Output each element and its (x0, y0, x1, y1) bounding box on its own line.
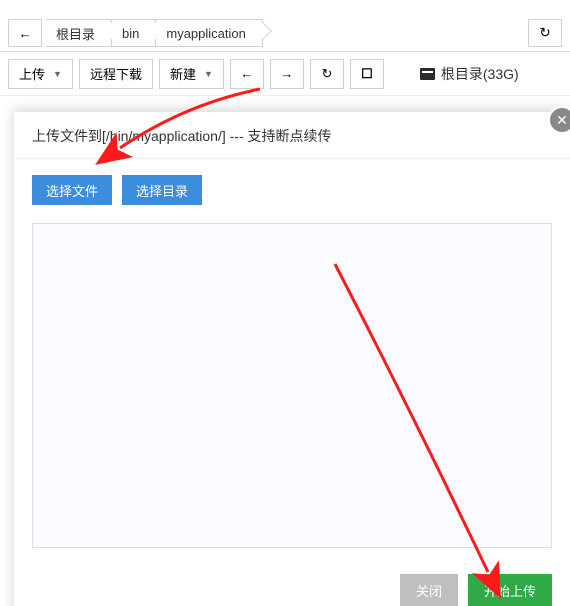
disk-label: 根目录(33G) (441, 64, 519, 84)
upload-button[interactable]: 上传 ▼ (8, 59, 73, 89)
refresh-icon (321, 66, 332, 82)
modal-title: 上传文件到[/bin/myapplication/] --- 支持断点续传 (32, 128, 332, 144)
start-upload-label: 开始上传 (484, 584, 536, 599)
choose-buttons-row: 选择文件 选择目录 (32, 175, 552, 205)
breadcrumb-label: bin (122, 26, 139, 41)
console-button[interactable] (350, 59, 384, 89)
nav-back-button[interactable] (230, 59, 264, 89)
disk-icon (420, 68, 435, 80)
toolbar-refresh-button[interactable] (310, 59, 344, 89)
nav-forward-button[interactable] (270, 59, 304, 89)
path-refresh-button[interactable] (528, 19, 562, 47)
breadcrumb-bar: 根目录 bin myapplication (0, 14, 570, 52)
arrow-left-icon (18, 26, 31, 41)
modal-close-button[interactable]: ✕ (550, 108, 570, 132)
close-label: 关闭 (416, 584, 442, 599)
upload-drop-area[interactable] (32, 223, 552, 548)
upload-modal: ✕ 上传文件到[/bin/myapplication/] --- 支持断点续传 … (14, 112, 570, 606)
choose-file-label: 选择文件 (46, 181, 98, 200)
choose-file-button[interactable]: 选择文件 (32, 175, 112, 205)
breadcrumb-label: myapplication (166, 26, 246, 41)
caret-down-icon: ▼ (53, 69, 62, 79)
arrow-left-icon (240, 66, 253, 81)
modal-footer: 关闭 开始上传 (14, 564, 570, 606)
path-back-button[interactable] (8, 19, 42, 47)
toolbar: 上传 ▼ 远程下载 新建 ▼ 根目录(33G) (0, 52, 570, 96)
breadcrumb-item-bin[interactable]: bin (112, 19, 156, 47)
remote-download-button[interactable]: 远程下载 (79, 59, 153, 89)
choose-dir-button[interactable]: 选择目录 (122, 175, 202, 205)
new-button[interactable]: 新建 ▼ (159, 59, 224, 89)
start-upload-button[interactable]: 开始上传 (468, 574, 552, 606)
refresh-icon (539, 25, 550, 41)
breadcrumb-label: 根目录 (56, 24, 95, 43)
new-label: 新建 (170, 64, 196, 83)
close-button[interactable]: 关闭 (400, 574, 458, 606)
upload-label: 上传 (19, 64, 45, 83)
modal-header: 上传文件到[/bin/myapplication/] --- 支持断点续传 (14, 112, 570, 159)
remote-download-label: 远程下载 (90, 64, 142, 83)
console-icon (361, 66, 373, 82)
arrow-right-icon (280, 66, 293, 81)
modal-body: 选择文件 选择目录 (14, 159, 570, 564)
breadcrumb-item-myapplication[interactable]: myapplication (156, 19, 263, 47)
close-icon: ✕ (556, 112, 568, 129)
caret-down-icon: ▼ (204, 69, 213, 79)
disk-info: 根目录(33G) (420, 64, 519, 84)
breadcrumb-item-root[interactable]: 根目录 (46, 19, 112, 47)
choose-dir-label: 选择目录 (136, 181, 188, 200)
